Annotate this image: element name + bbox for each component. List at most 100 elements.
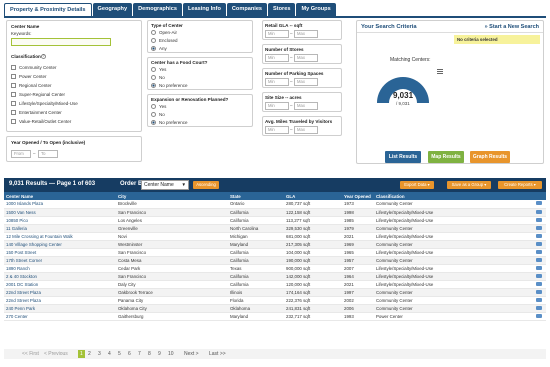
tab-property-proximity[interactable]: Property & Proximity Details (4, 3, 92, 16)
classification-community[interactable]: Community Center (11, 65, 57, 70)
map-pin-icon[interactable] (534, 264, 546, 273)
table-row[interactable]: 12 Mile Crossing at Fountain Walk Novi Mic… (4, 232, 546, 241)
type-enclosed[interactable]: Enclosed (151, 38, 178, 43)
type-open-air[interactable]: Open-Air (151, 30, 177, 35)
col-state[interactable]: State (228, 192, 284, 200)
map-pin-icon[interactable] (534, 280, 546, 289)
page-link-3[interactable]: 3 (98, 351, 101, 357)
page-link-10[interactable]: 10 (168, 351, 174, 357)
start-new-search-link[interactable]: » Start a New Search (485, 24, 539, 30)
classification-entertainment[interactable]: Entertainment Center (11, 110, 62, 115)
map-pin-icon[interactable] (534, 248, 546, 257)
col-gla[interactable]: GLA (284, 192, 342, 200)
radio-icon (151, 104, 156, 109)
site-min-input[interactable]: Min (265, 102, 289, 110)
tab-leasing-info[interactable]: Leasing Info (182, 3, 226, 16)
col-city[interactable]: City (116, 192, 228, 200)
gla-min-input[interactable]: Min (265, 30, 289, 38)
previous-page-link[interactable]: < Previous (44, 351, 68, 357)
classification-value-retail[interactable]: Value-Retail/Outlet Center (11, 119, 71, 124)
order-by-select[interactable]: Center Name ▼ (141, 180, 189, 190)
table-row[interactable]: 140 Village Shopping Center Westminster Ma… (4, 240, 546, 249)
map-pin-icon[interactable] (534, 232, 546, 241)
page-link-9[interactable]: 9 (158, 351, 161, 357)
food-yes[interactable]: Yes (151, 67, 166, 72)
info-icon[interactable]: ? (41, 54, 46, 59)
table-row[interactable]: 2 & 40 Stockton San Francisco California 14… (4, 272, 546, 281)
col-center-name[interactable]: Center Name (4, 192, 116, 200)
col-year-opened[interactable]: Year Opened (342, 192, 374, 200)
gauge-menu-icon[interactable] (437, 69, 443, 74)
keywords-input[interactable] (11, 38, 111, 46)
map-pin-icon[interactable] (534, 256, 546, 265)
table-row[interactable]: 240 Penn Park Oklahoma City Oklahoma 241,83… (4, 304, 546, 313)
page-link-6[interactable]: 6 (128, 351, 131, 357)
tab-my-groups[interactable]: My Groups (296, 3, 336, 16)
tab-stores[interactable]: Stores (268, 3, 296, 16)
table-row[interactable]: 22nd Street Plaza Panama City Florida 222,3… (4, 296, 546, 305)
map-pin-icon[interactable] (534, 288, 546, 297)
first-page-link[interactable]: << First (22, 351, 39, 357)
map-pin-icon[interactable] (534, 224, 546, 233)
expansion-no-preference[interactable]: No preference (151, 120, 188, 125)
page-link-7[interactable]: 7 (138, 351, 141, 357)
save-group-button[interactable]: Save as a Group ▾ (447, 181, 491, 189)
page-link-2[interactable]: 2 (88, 351, 91, 357)
col-classification[interactable]: Classification (374, 192, 534, 200)
stores-panel: Number of Stores Min – Max (262, 44, 342, 64)
map-pin-icon[interactable] (534, 200, 546, 209)
next-page-link[interactable]: Next > (184, 351, 199, 357)
tab-demographics[interactable]: Demographics (133, 3, 182, 16)
classification-power[interactable]: Power Center (11, 74, 47, 79)
food-no-preference[interactable]: No preference (151, 83, 188, 88)
expansion-no[interactable]: No (151, 112, 165, 117)
tab-companies[interactable]: Companies (226, 3, 268, 16)
classification-regional[interactable]: Regional Center (11, 83, 52, 88)
table-row[interactable]: 1000 Islands Plaza Brockville Ontario 280,7… (4, 200, 546, 209)
gla-max-input[interactable]: Max (294, 30, 318, 38)
food-no[interactable]: No (151, 75, 165, 80)
stores-min-input[interactable]: Min (265, 54, 289, 62)
ascending-button[interactable]: Ascending (193, 181, 219, 189)
cell-city: Gaithersburg (116, 312, 228, 321)
expansion-yes[interactable]: Yes (151, 104, 166, 109)
export-data-button[interactable]: Export Data ▾ (400, 181, 434, 189)
table-row[interactable]: 22nd Street Plaza Oakbrook Terrace Illinoi… (4, 288, 546, 297)
table-row[interactable]: 10850 Pico Los Angeles California 113,277 s… (4, 216, 546, 225)
map-pin-icon[interactable] (534, 304, 546, 313)
classification-super-regional[interactable]: Super-Regional Center (11, 92, 65, 97)
parking-min-input[interactable]: Min (265, 78, 289, 86)
map-pin-icon[interactable] (534, 272, 546, 281)
checkbox-icon (11, 110, 16, 115)
table-row[interactable]: 150 Post Street San Francisco California 10… (4, 248, 546, 257)
type-any[interactable]: Any (151, 46, 167, 51)
map-results-button[interactable]: Map Results (428, 151, 464, 163)
table-row[interactable]: 2001 DC Station Daly City California 120,00… (4, 280, 546, 289)
last-page-link[interactable]: Last >> (209, 351, 226, 357)
year-from-input[interactable]: From (11, 150, 31, 158)
table-row[interactable]: 17th Street Corner Costa Mesa California 19… (4, 256, 546, 265)
table-row[interactable]: 11 Galleria Greenville North Carolina 329,5… (4, 224, 546, 233)
parking-max-input[interactable]: Max (294, 78, 318, 86)
table-row[interactable]: 270 Center Gaithersburg Maryland 232,717 sq… (4, 312, 546, 321)
page-link-5[interactable]: 5 (118, 351, 121, 357)
table-row[interactable]: 1890 Ranch Cedar Park Texas 900,000 sqft 200… (4, 264, 546, 273)
graph-results-button[interactable]: Graph Results (470, 151, 510, 163)
list-results-button[interactable]: List Results (385, 151, 421, 163)
year-to-input[interactable]: To (38, 150, 58, 158)
site-max-input[interactable]: Max (294, 102, 318, 110)
table-row[interactable]: 1500 Van Ness San Francisco California 122,… (4, 208, 546, 217)
page-link-4[interactable]: 4 (108, 351, 111, 357)
tab-geography[interactable]: Geography (92, 3, 133, 16)
create-reports-button[interactable]: Create Reports ▾ (498, 181, 542, 189)
visitors-max-input[interactable]: Max (294, 126, 318, 134)
map-pin-icon[interactable] (534, 216, 546, 225)
map-pin-icon[interactable] (534, 296, 546, 305)
map-pin-icon[interactable] (534, 208, 546, 217)
map-pin-icon[interactable] (534, 312, 546, 321)
map-pin-icon[interactable] (534, 240, 546, 249)
visitors-min-input[interactable]: Min (265, 126, 289, 134)
stores-max-input[interactable]: Max (294, 54, 318, 62)
page-link-8[interactable]: 8 (148, 351, 151, 357)
classification-lifestyle[interactable]: Lifestyle/Specialty/Mixed-Use (11, 101, 78, 106)
